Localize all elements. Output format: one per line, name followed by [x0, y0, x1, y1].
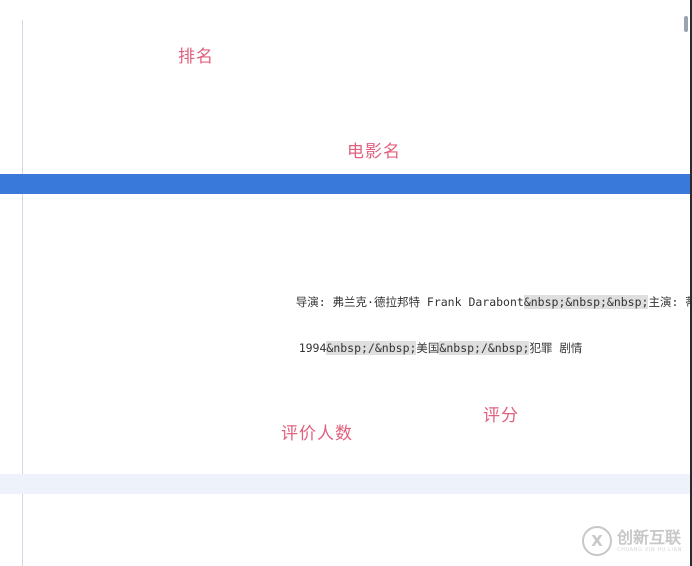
- nbsp-entity: &nbsp;/&nbsp;: [326, 341, 417, 355]
- genre-text: 犯罪 剧情: [529, 341, 583, 355]
- vertical-scrollbar[interactable]: [684, 0, 688, 566]
- tree-row-ol-grid-view[interactable]: <ol class="grid_view">: [0, 80, 690, 94]
- nbsp-entity: &nbsp;&nbsp;&nbsp;: [523, 295, 649, 309]
- devtools-elements-panel[interactable]: <ol class="grid_view"> <li> == $0 <div c…: [0, 0, 692, 566]
- tree-row-li-selected[interactable]: <li> == $0: [0, 174, 690, 194]
- textnode-meta-line: 1994&nbsp;/&nbsp;美国&nbsp;/&nbsp;犯罪 剧情: [271, 318, 582, 378]
- tree-row-em-rank[interactable]: <em class>1</em>: [0, 474, 690, 494]
- vertical-scrollbar-thumb[interactable]: [684, 16, 688, 32]
- country-text: 美国: [416, 341, 440, 355]
- nbsp-entity: &nbsp;/&nbsp;: [439, 341, 530, 355]
- director-text: 导演: 弗兰克·德拉邦特 Frank Darabont: [295, 295, 524, 309]
- year-text: 1994: [298, 341, 327, 355]
